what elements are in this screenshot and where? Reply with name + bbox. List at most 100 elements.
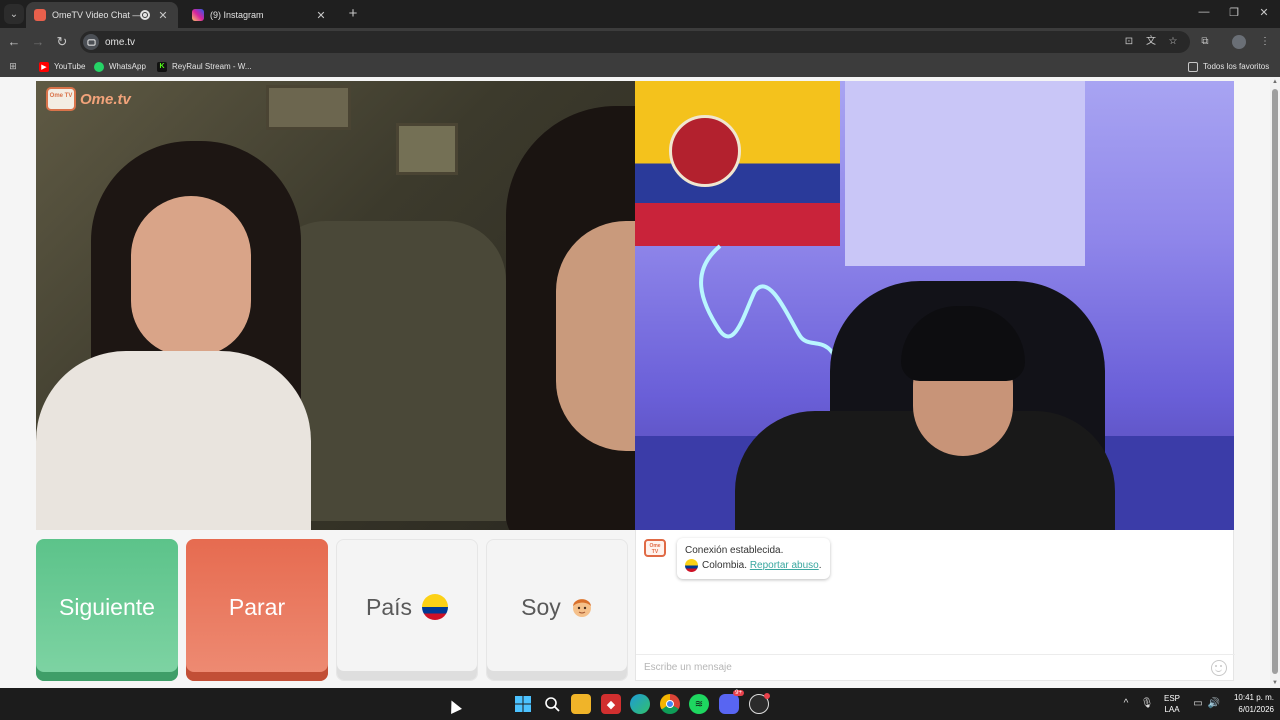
url-input[interactable] [105, 36, 505, 48]
bookmark-label: WhatsApp [109, 62, 146, 71]
windows-start-icon[interactable] [513, 694, 533, 714]
instagram-favicon-icon [192, 9, 204, 21]
emoji-picker-icon[interactable] [1211, 659, 1227, 676]
page-scrollbar[interactable]: ▲ ▼ [1270, 77, 1280, 688]
message-input[interactable] [636, 662, 1211, 673]
whatsapp-icon [94, 61, 104, 72]
ometv-logo[interactable]: Ome TV Ome.tv [46, 87, 131, 111]
media-app-icon[interactable]: ◆ [601, 694, 621, 714]
wall-frame [266, 85, 351, 130]
extensions-icon[interactable]: ⧉ [1198, 35, 1212, 49]
bookmark-reyraul[interactable]: K ReyRaul Stream - W... [157, 60, 252, 73]
all-bookmarks-label: Todos los favoritos [1203, 62, 1270, 71]
lang-line1: ESP [1163, 694, 1180, 703]
bookmark-label: ReyRaul Stream - W... [172, 62, 252, 71]
colombia-flag-icon [685, 559, 698, 572]
input-language[interactable]: ESP LAA [1160, 693, 1184, 715]
tab-strip: ⌄ OmeTV Video Chat — Ome ✕ (9) Instagram… [0, 0, 1280, 28]
recording-icon [140, 10, 150, 20]
file-explorer-icon[interactable] [571, 694, 591, 714]
tray-overflow-icon[interactable]: ^ [1119, 697, 1133, 711]
message-composer [636, 654, 1235, 680]
ometv-tv-icon: Ome TV [46, 87, 76, 111]
person-shirt [36, 351, 311, 530]
chrome-icon[interactable] [660, 694, 680, 714]
bookmark-label: YouTube [54, 62, 86, 71]
tab-ometv[interactable]: OmeTV Video Chat — Ome ✕ [26, 2, 178, 28]
report-suffix: . [818, 560, 822, 571]
tab-title: (9) Instagram [210, 10, 264, 20]
bookmarks-bar: ⊞ ▶ YouTube WhatsApp K ReyRaul Stream - … [0, 56, 1280, 77]
restore-icon[interactable]: ❐ [1226, 6, 1242, 19]
youtube-icon: ▶ [39, 61, 49, 72]
new-tab-button[interactable]: + [344, 5, 362, 23]
chat-panel: Ome TV Conexión establecida. Colombia. R… [635, 530, 1235, 681]
remote-video: Ome TV Ome.tv [36, 81, 635, 530]
colombia-flag-icon [422, 594, 449, 620]
lang-line2: LAA [1164, 705, 1180, 714]
stop-button[interactable]: Parar [186, 539, 328, 681]
minimize-icon[interactable]: — [1196, 6, 1212, 18]
microphone-icon[interactable]: 🎙 [1140, 697, 1154, 711]
reload-icon[interactable]: ↻ [54, 34, 70, 50]
close-tab-icon[interactable]: ✕ [156, 9, 170, 22]
report-abuse-link[interactable]: Reportar abuso [750, 558, 819, 573]
partner-country: Colombia. [702, 560, 748, 571]
browser-toolbar: ← → ↻ ⊡ 文 ☆ ⧉ ⋮ [0, 28, 1280, 56]
logo-text: Ome.tv [80, 90, 131, 108]
next-button[interactable]: Siguiente [36, 539, 178, 681]
network-icon[interactable]: ▭ [1191, 697, 1205, 711]
close-window-icon[interactable]: ✕ [1256, 6, 1272, 19]
address-bar[interactable] [80, 31, 1190, 53]
ometv-chat-avatar-icon: Ome TV [644, 539, 666, 557]
scroll-up-icon[interactable]: ▲ [1272, 79, 1278, 85]
spotify-icon[interactable]: ≋ [689, 694, 709, 714]
bookmark-youtube[interactable]: ▶ YouTube [39, 60, 85, 73]
forward-icon[interactable]: → [30, 34, 46, 50]
country-label: País [365, 593, 413, 620]
scroll-thumb[interactable] [1272, 89, 1278, 674]
folder-icon [1188, 61, 1198, 72]
person-face [131, 196, 251, 356]
clock-date: 6/01/2026 [1238, 705, 1274, 714]
tab-title: OmeTV Video Chat — Ome [52, 10, 140, 20]
connection-status: Conexión establecida. [685, 545, 784, 556]
country-filter-button[interactable]: País [336, 539, 478, 681]
person-face [556, 221, 635, 451]
gender-select-button[interactable]: Soy [486, 539, 628, 681]
back-icon[interactable]: ← [6, 34, 22, 50]
menu-kebab-icon[interactable]: ⋮ [1258, 35, 1272, 49]
taskbar-clock[interactable]: 10:41 p. m. 6/01/2026 [1224, 692, 1274, 716]
coat-of-arms [669, 115, 741, 187]
tab-instagram[interactable]: (9) Instagram ✕ [184, 2, 336, 28]
next-label: Siguiente [59, 593, 155, 620]
apps-grid-icon[interactable]: ⊞ [8, 60, 23, 73]
discord-badge: 9+ [733, 690, 744, 696]
all-bookmarks-folder[interactable]: Todos los favoritos [1188, 60, 1269, 73]
scroll-down-icon[interactable]: ▼ [1272, 680, 1278, 686]
search-icon[interactable] [542, 694, 562, 714]
profile-avatar[interactable] [1232, 35, 1246, 49]
page-viewport: Ome TV Ome.tv Siguiente Parar País Soy O… [0, 77, 1270, 688]
stop-label: Parar [228, 593, 286, 620]
boy-face-icon [571, 595, 593, 619]
volume-icon[interactable]: 🔊 [1207, 697, 1221, 711]
install-app-icon[interactable]: ⊡ [1122, 35, 1136, 49]
kick-icon: K [157, 61, 167, 72]
translate-icon[interactable]: 文 [1144, 35, 1158, 49]
system-message: Conexión establecida. Colombia. Reportar… [677, 538, 830, 579]
edge-icon[interactable] [630, 694, 650, 714]
windows-taskbar: ◆ ≋ 9+ ^ 🎙 ESP LAA ▭ 🔊 10:41 p. m. 6/01/… [0, 688, 1280, 720]
gender-label: Soy [521, 593, 561, 620]
bookmark-whatsapp[interactable]: WhatsApp [94, 60, 146, 73]
tab-search-button[interactable]: ⌄ [4, 4, 24, 24]
wall-frame [396, 123, 458, 175]
site-info-icon[interactable] [83, 34, 99, 50]
local-video [635, 81, 1234, 530]
close-tab-icon[interactable]: ✕ [314, 9, 328, 22]
window [845, 81, 1085, 266]
bookmark-star-icon[interactable]: ☆ [1166, 35, 1180, 49]
discord-icon[interactable]: 9+ [719, 690, 744, 714]
obs-icon[interactable] [749, 693, 770, 714]
clock-time: 10:41 p. m. [1233, 693, 1274, 702]
